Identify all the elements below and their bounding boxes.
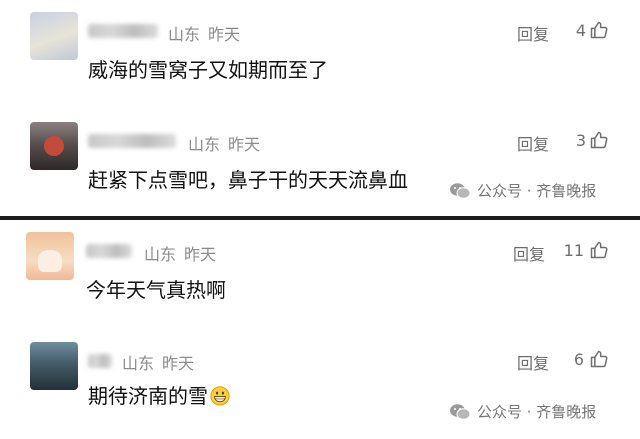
username-blurred[interactable]: [88, 134, 176, 148]
thumbs-up-icon[interactable]: [589, 240, 609, 260]
comment-item: 山东 昨天 回复 4 威海的雪窝子又如期而至了: [0, 0, 640, 100]
avatar[interactable]: [30, 12, 78, 60]
comment-time: 昨天: [208, 25, 241, 44]
wechat-icon: [450, 403, 471, 420]
avatar[interactable]: [30, 342, 78, 390]
like-count: 11: [563, 241, 584, 260]
grinning-face-icon: [210, 386, 230, 406]
thumbs-up-icon[interactable]: [589, 349, 609, 369]
reply-button[interactable]: 回复: [517, 131, 549, 155]
username-blurred[interactable]: [88, 354, 112, 368]
reply-button[interactable]: 回复: [517, 21, 549, 45]
comment-text: 期待济南的雪: [88, 380, 230, 409]
username-blurred[interactable]: [86, 244, 132, 258]
comment-time: 昨天: [228, 135, 261, 154]
like-count: 3: [575, 131, 586, 150]
like-count: 6: [573, 350, 584, 369]
watermark-label: 公众号 · 齐鲁晚报: [477, 182, 597, 200]
comment-location: 山东: [188, 135, 221, 154]
comment-location: 山东: [144, 245, 177, 264]
reply-button[interactable]: 回复: [513, 241, 545, 265]
comment-text-content: 期待济南的雪: [88, 384, 208, 408]
comment-time: 昨天: [162, 354, 195, 373]
comment-text: 今年天气真热啊: [86, 278, 226, 302]
thumbs-up-icon[interactable]: [589, 130, 609, 150]
watermark: 公众号 · 齐鲁晚报: [449, 401, 596, 422]
wechat-icon: [450, 182, 471, 199]
comment-text: 赶紧下点雪吧，鼻子干的天天流鼻血: [88, 168, 408, 192]
username-blurred[interactable]: [88, 24, 158, 38]
comment-location: 山东: [168, 25, 201, 44]
comment-location: 山东: [122, 354, 155, 373]
avatar[interactable]: [30, 122, 78, 170]
comment-time: 昨天: [184, 245, 217, 264]
comment-panel-top: 山东 昨天 回复 4 威海的雪窝子又如期而至了 山东 昨天 回复 3 赶紧下点雪…: [0, 0, 640, 216]
avatar[interactable]: [26, 232, 74, 280]
watermark-label: 公众号 · 齐鲁晚报: [477, 403, 597, 421]
thumbs-up-icon[interactable]: [589, 20, 609, 40]
comment-item: 山东 昨天 回复 11 今年天气真热啊: [0, 220, 640, 320]
watermark: 公众号 · 齐鲁晚报: [449, 180, 596, 201]
like-count: 4: [575, 21, 586, 40]
reply-button[interactable]: 回复: [517, 350, 549, 374]
comment-text: 威海的雪窝子又如期而至了: [88, 58, 328, 82]
comment-panel-bottom: 山东 昨天 回复 11 今年天气真热啊 山东 昨天 回复 6 期待济南的雪 公众…: [0, 220, 640, 439]
